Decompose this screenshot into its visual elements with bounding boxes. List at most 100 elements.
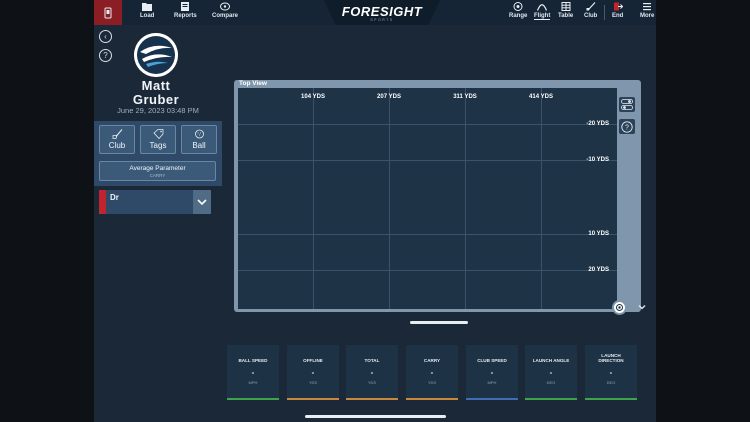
nav-reports[interactable]: Reports: [174, 2, 197, 19]
nav-compare-label: Compare: [212, 13, 239, 19]
stat-launch-direction: LAUNCH DIRECTION - DEG: [585, 345, 637, 400]
chevron-left-icon: ‹: [104, 32, 107, 41]
stat-club-speed: CLUB SPEED - MPH: [466, 345, 518, 400]
recenter-button[interactable]: [612, 300, 627, 315]
lateral-label: 20 YDS: [588, 267, 609, 273]
stat-carry: CARRY - YDS: [406, 345, 458, 400]
lateral-gridline: [238, 234, 617, 235]
nav-flight-label: Flight: [534, 13, 551, 20]
brand-sub: SPORTS: [370, 17, 394, 22]
table-icon: [561, 2, 571, 11]
stat-value: -: [311, 368, 315, 377]
home-button[interactable]: [94, 0, 122, 25]
distance-label: 414 YDS: [529, 94, 553, 100]
nav-range[interactable]: Range: [509, 2, 527, 19]
stat-label: OFFLINE: [303, 358, 323, 363]
ball-filter-label: Ball: [192, 141, 206, 150]
ball-filter-button[interactable]: Ball: [181, 125, 217, 154]
nav-reports-label: Reports: [174, 13, 197, 19]
nav-flight[interactable]: Flight: [534, 2, 551, 20]
club-select-value: Dr: [110, 193, 119, 202]
stat-label: TOTAL: [364, 358, 380, 363]
stat-label: LAUNCH ANGLE: [532, 358, 570, 363]
reports-icon: [181, 2, 190, 11]
stat-total: TOTAL - YDS: [346, 345, 398, 400]
nav-table[interactable]: Table: [558, 2, 573, 19]
stat-color-bar: [287, 398, 339, 400]
chevron-down-icon[interactable]: [636, 301, 648, 313]
stat-value: -: [370, 368, 374, 377]
toggle-settings-button[interactable]: [619, 97, 635, 112]
club-filter-button[interactable]: Club: [99, 125, 135, 154]
stat-value: -: [609, 368, 613, 377]
nav-load-label: Load: [140, 13, 155, 19]
top-view-panel: Top View 104 YDS 207 YDS 311 YDS 414 YDS…: [234, 80, 641, 312]
stat-label: LAUNCH DIRECTION: [598, 353, 624, 363]
stat-label: CLUB SPEED: [477, 358, 507, 363]
player-logo-icon: [134, 33, 178, 77]
average-parameter-button[interactable]: Average Parameter CARRY: [99, 161, 216, 181]
club-select-dropdown[interactable]: Dr: [99, 190, 211, 214]
flight-icon: [537, 4, 548, 11]
stat-launch-angle: LAUNCH ANGLE - DEG: [525, 345, 577, 400]
avatar[interactable]: [134, 33, 178, 77]
stat-value: -: [490, 368, 494, 377]
svg-text:?: ?: [625, 124, 629, 131]
average-parameter-title: Average Parameter: [129, 164, 186, 172]
nav-compare[interactable]: Compare: [212, 2, 238, 19]
help-button[interactable]: ?: [99, 49, 112, 62]
stat-color-bar: [585, 398, 637, 400]
view-tools: ?: [618, 88, 637, 309]
folder-icon: [142, 3, 153, 11]
exit-icon: [613, 2, 623, 11]
back-button[interactable]: ‹: [99, 30, 112, 43]
player-first-name: Matt: [141, 78, 171, 93]
nav-end[interactable]: End: [612, 2, 623, 19]
stat-unit: MPH: [248, 380, 258, 385]
tag-icon: [152, 129, 163, 139]
stat-unit: YDS: [308, 380, 318, 385]
brand-name: FORESIGHT: [341, 3, 423, 19]
nav-more-label: More: [640, 13, 655, 19]
top-view-title: Top View: [239, 80, 267, 87]
distance-gridline: [313, 88, 314, 309]
range-icon: [513, 2, 523, 11]
stat-color-bar: [406, 398, 458, 400]
letterbox-right: [656, 0, 750, 422]
stat-ball-speed: BALL SPEED - MPH: [227, 345, 279, 400]
nav-end-label: End: [612, 13, 624, 19]
distance-label: 104 YDS: [301, 94, 325, 100]
stat-color-bar: [346, 398, 398, 400]
nav-table-label: Table: [558, 13, 574, 19]
club-select-body: [106, 190, 193, 214]
chevron-down-icon[interactable]: [193, 190, 211, 214]
player-last-name: Gruber: [132, 92, 180, 107]
view-help-button[interactable]: ?: [619, 119, 635, 134]
page-indicator: [410, 321, 468, 324]
tags-filter-button[interactable]: Tags: [140, 125, 176, 154]
nav-load[interactable]: Load: [140, 2, 154, 19]
stat-value: -: [251, 368, 255, 377]
letterbox-left: [0, 0, 94, 422]
nav-divider: [604, 5, 605, 20]
distance-gridline: [465, 88, 466, 309]
home-indicator[interactable]: [305, 415, 446, 418]
distance-gridline: [389, 88, 390, 309]
nav-club[interactable]: Club: [584, 2, 597, 19]
nav-more[interactable]: More: [640, 2, 654, 19]
lateral-gridline: [238, 270, 617, 271]
stat-color-bar: [525, 398, 577, 400]
toggle-icon: [621, 99, 633, 110]
stat-label: CARRY: [423, 358, 441, 363]
menu-icon: [643, 3, 652, 11]
tags-filter-label: Tags: [149, 141, 167, 150]
device-icon: [104, 7, 112, 18]
top-nav-bar: Load Reports Compare FORESIGHT SPORTS Ra…: [94, 0, 656, 25]
nav-range-label: Range: [509, 13, 528, 19]
stat-color-bar: [466, 398, 518, 400]
session-date: June 29, 2023 03:48 PM: [117, 106, 199, 115]
foresight-logo: FORESIGHT SPORTS: [324, 0, 440, 25]
lateral-label: 10 YDS: [588, 231, 609, 237]
top-view-canvas[interactable]: 104 YDS 207 YDS 311 YDS 414 YDS -20 YDS …: [238, 88, 617, 309]
lateral-gridline: [238, 124, 617, 125]
